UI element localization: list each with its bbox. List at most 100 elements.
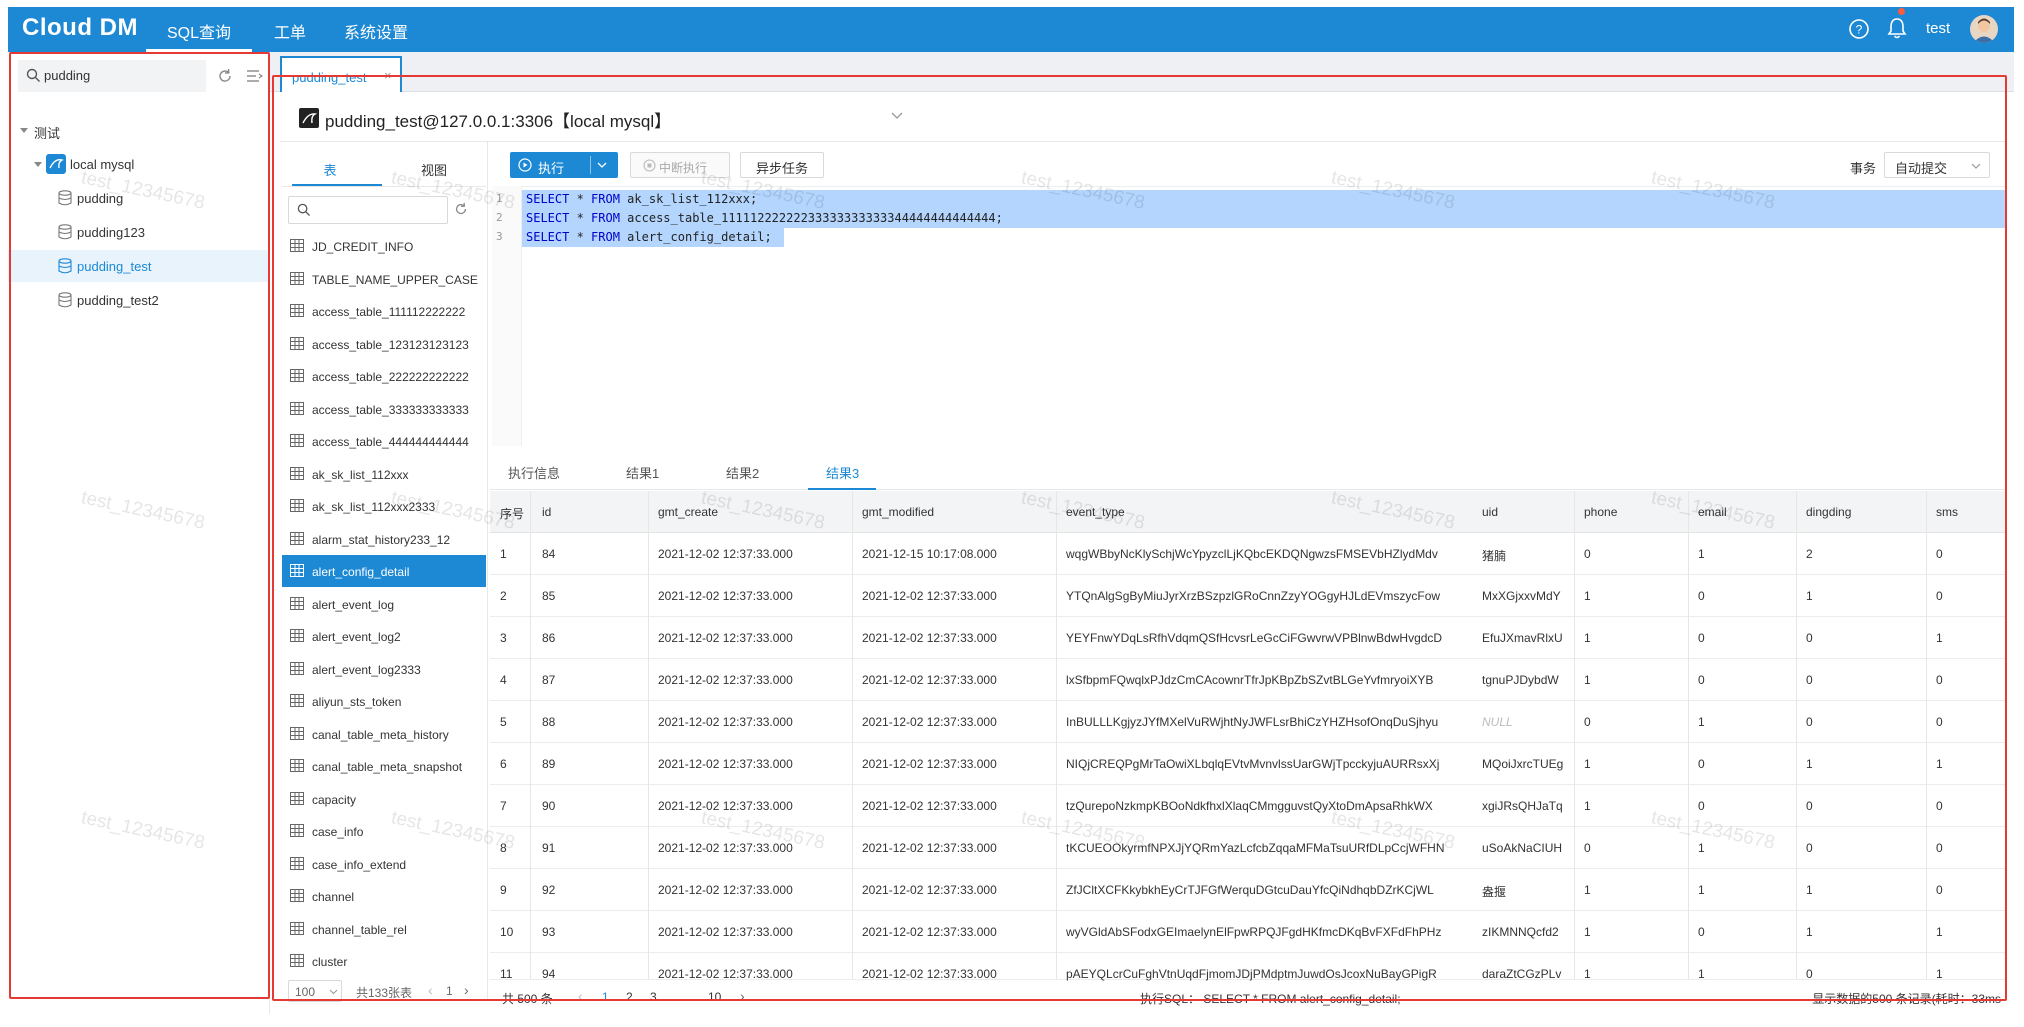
tree-db-pudding-test[interactable]: pudding_test [8, 250, 270, 282]
table-cell[interactable]: EfuJXmavRlxU [1482, 631, 1578, 645]
refresh-icon[interactable] [453, 201, 469, 217]
table-item[interactable]: alert_event_log2 [282, 620, 486, 652]
table-cell[interactable]: 1 [1584, 631, 1692, 645]
table-cell[interactable]: 0 [1936, 799, 1996, 813]
table-search-input[interactable] [288, 196, 448, 224]
table-cell[interactable]: lxSfbpmFQwqlxPJdzCmCAcownrTfrJpKBpZbSZvt… [1066, 673, 1474, 687]
table-item[interactable]: access_table_111112222222 [282, 295, 486, 327]
page-3[interactable]: 3 [650, 990, 657, 1004]
table-cell[interactable]: 1 [1806, 925, 1930, 939]
chevron-down-icon[interactable] [597, 160, 607, 170]
table-cell[interactable]: 0 [1698, 673, 1800, 687]
table-cell[interactable]: uSoAkNaCIUH [1482, 841, 1578, 855]
table-cell[interactable]: 1 [1698, 715, 1800, 729]
table-cell[interactable]: 84 [542, 547, 652, 561]
column-header[interactable]: uid [1482, 505, 1498, 519]
table-row[interactable]: 3 86 2021-12-02 12:37:33.000 2021-12-02 12:… [490, 617, 2007, 659]
code-line[interactable]: SELECT * FROM ak_sk_list_112xxx; [522, 190, 2007, 209]
table-cell[interactable]: 2021-12-02 12:37:33.000 [862, 799, 1060, 813]
table-cell[interactable]: 2021-12-02 12:37:33.000 [658, 883, 856, 897]
table-cell[interactable]: 0 [1936, 715, 1996, 729]
table-cell[interactable]: 2021-12-02 12:37:33.000 [862, 757, 1060, 771]
table-item[interactable]: channel_table_rel [282, 913, 486, 945]
table-cell[interactable]: 2021-12-02 12:37:33.000 [658, 967, 856, 981]
table-cell[interactable]: YEYFnwYDqLsRfhVdqmQSfHcvsrLeGcCiFGwvrwVP… [1066, 631, 1474, 645]
table-cell[interactable]: 0 [1806, 841, 1930, 855]
nav-system-settings[interactable]: 系统设置 [344, 19, 408, 43]
table-cell[interactable]: 2021-12-02 12:37:33.000 [658, 925, 856, 939]
db-search-input[interactable]: pudding [18, 60, 206, 92]
table-cell[interactable]: wyVGldAbSFodxGEImaelynElFpwRPQJFgdHKfmcD… [1066, 925, 1474, 939]
table-cell[interactable]: daraZtCGzPLv [1482, 967, 1578, 981]
table-cell[interactable]: 0 [1698, 631, 1800, 645]
column-header[interactable]: id [542, 505, 551, 519]
table-cell[interactable]: 9 [500, 883, 540, 897]
table-cell[interactable]: 5 [500, 715, 540, 729]
code-line[interactable]: SELECT * FROM access_table_1111122222223… [522, 209, 2007, 228]
list-settings-icon[interactable] [245, 67, 263, 85]
stop-execution-button[interactable]: 中断执行 [630, 152, 730, 178]
table-cell[interactable]: 2021-12-02 12:37:33.000 [658, 673, 856, 687]
table-cell[interactable]: 1 [1936, 757, 1996, 771]
table-cell[interactable]: 2021-12-02 12:37:33.000 [862, 925, 1060, 939]
chevron-down-icon[interactable] [890, 108, 904, 122]
table-cell[interactable]: 0 [1584, 841, 1692, 855]
table-cell[interactable]: 1 [1806, 757, 1930, 771]
table-row[interactable]: 1 84 2021-12-02 12:37:33.000 2021-12-15 10:… [490, 533, 2007, 575]
column-header[interactable]: gmt_create [658, 505, 718, 519]
table-row[interactable]: 2 85 2021-12-02 12:37:33.000 2021-12-02 12:… [490, 575, 2007, 617]
table-cell[interactable]: InBULLLKgjyzJYfMXelVuRWjhtNyJWFLsrBhiCzY… [1066, 715, 1474, 729]
table-row[interactable]: 9 92 2021-12-02 12:37:33.000 2021-12-02 12:… [490, 869, 2007, 911]
table-cell[interactable]: 2021-12-02 12:37:33.000 [658, 547, 856, 561]
table-cell[interactable]: 2021-12-02 12:37:33.000 [658, 757, 856, 771]
table-cell[interactable]: 2021-12-02 12:37:33.000 [862, 715, 1060, 729]
table-cell[interactable]: 1 [1584, 589, 1692, 603]
table-cell[interactable]: 91 [542, 841, 652, 855]
table-cell[interactable]: 1 [1584, 883, 1692, 897]
table-cell[interactable]: 1 [1936, 631, 1996, 645]
tree-db-pudding123[interactable]: pudding123 [8, 216, 270, 248]
table-cell[interactable]: tzQurepoNzkmpKBOoNdkfhxlXlaqCMmgguvstQyX… [1066, 799, 1474, 813]
prev-page-icon[interactable]: ‹ [578, 988, 583, 1004]
tab-result-1[interactable]: 结果1 [626, 463, 659, 482]
table-cell[interactable]: 2021-12-02 12:37:33.000 [862, 589, 1060, 603]
table-cell[interactable]: 85 [542, 589, 652, 603]
table-cell[interactable]: 87 [542, 673, 652, 687]
tab-pudding-test[interactable]: pudding_test × [280, 56, 402, 92]
table-item[interactable]: ak_sk_list_112xxx [282, 458, 486, 490]
table-cell[interactable]: NULL [1482, 715, 1578, 729]
table-cell[interactable]: 10 [500, 925, 540, 939]
table-cell[interactable]: 6 [500, 757, 540, 771]
table-cell[interactable]: 0 [1584, 547, 1692, 561]
code-line[interactable]: SELECT * FROM alert_config_detail; [522, 228, 784, 247]
table-row[interactable]: 5 88 2021-12-02 12:37:33.000 2021-12-02 12:… [490, 701, 2007, 743]
column-header[interactable]: event_type [1066, 505, 1125, 519]
page-10[interactable]: 10 [708, 990, 721, 1004]
prev-page-icon[interactable]: ‹ [428, 982, 433, 998]
table-item[interactable]: cluster [282, 945, 486, 975]
table-item[interactable]: alert_event_log2333 [282, 653, 486, 685]
table-cell[interactable]: 2021-12-02 12:37:33.000 [658, 841, 856, 855]
table-cell[interactable]: 0 [1936, 673, 1996, 687]
table-row[interactable]: 10 93 2021-12-02 12:37:33.000 2021-12-02 12… [490, 911, 2007, 953]
table-cell[interactable]: 2021-12-02 12:37:33.000 [862, 673, 1060, 687]
table-cell[interactable]: 0 [1698, 757, 1800, 771]
table-item[interactable]: aliyun_sts_token [282, 685, 486, 717]
table-cell[interactable]: 2021-12-02 12:37:33.000 [658, 589, 856, 603]
table-item[interactable]: canal_table_meta_history [282, 718, 486, 750]
table-cell[interactable]: 0 [1936, 883, 1996, 897]
table-cell[interactable]: 1 [1584, 673, 1692, 687]
page-2[interactable]: 2 [626, 990, 633, 1004]
execute-button[interactable]: 执行 [510, 152, 618, 178]
table-cell[interactable]: NIQjCREQPgMrTaOwiXLbqlqEVtvMvnvlssUarGWj… [1066, 757, 1474, 771]
column-header[interactable]: sms [1936, 505, 1958, 519]
table-item[interactable]: alert_config_detail [282, 555, 486, 587]
table-cell[interactable]: 盎揠 [1482, 883, 1578, 900]
table-item[interactable]: case_info [282, 815, 486, 847]
table-item[interactable]: alarm_stat_history233_12 [282, 523, 486, 555]
nav-work-order[interactable]: 工单 [274, 19, 306, 43]
tree-db-pudding-test2[interactable]: pudding_test2 [8, 284, 270, 316]
avatar[interactable] [1970, 15, 1998, 43]
table-cell[interactable]: 1 [1584, 799, 1692, 813]
table-cell[interactable]: 92 [542, 883, 652, 897]
